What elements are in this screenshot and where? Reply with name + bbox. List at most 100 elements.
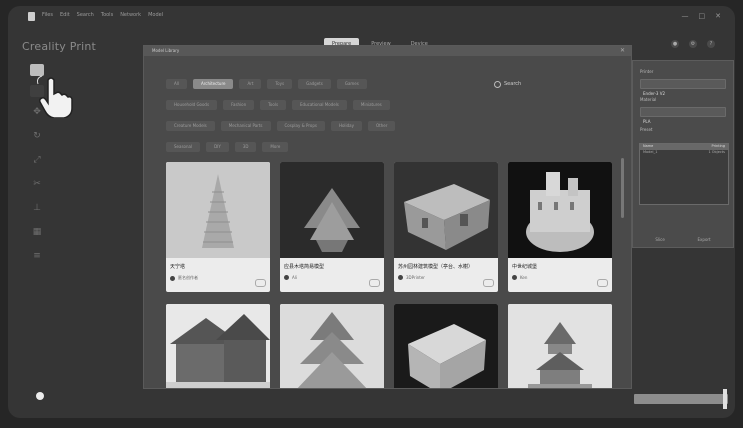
search-icon bbox=[494, 80, 501, 88]
user-icon[interactable]: ● bbox=[671, 40, 679, 48]
menu-item[interactable]: Files bbox=[42, 12, 53, 18]
category-row: Seasonal DIY 3D More bbox=[166, 142, 289, 152]
object-row[interactable]: Model_1 1 Objects bbox=[640, 150, 728, 156]
model-card[interactable] bbox=[394, 304, 498, 388]
model-thumbnail bbox=[508, 162, 612, 258]
model-card[interactable]: 天宁塔 匿名创作者 bbox=[166, 162, 270, 292]
download-button[interactable] bbox=[255, 279, 266, 287]
model-author: 3DPrinter bbox=[406, 275, 425, 280]
dialog-header: Model Library ✕ bbox=[144, 46, 631, 56]
model-title: 苏州园林建筑模型（亭台、水榭） bbox=[398, 264, 474, 270]
category-chip[interactable]: All bbox=[166, 79, 187, 89]
model-thumbnail bbox=[280, 304, 384, 388]
avatar bbox=[284, 275, 289, 280]
cut-icon[interactable]: ✂ bbox=[31, 178, 43, 190]
category-chip[interactable]: Holiday bbox=[330, 121, 362, 131]
object-name: Model_1 bbox=[643, 150, 658, 154]
menu-item[interactable]: Tools bbox=[101, 12, 113, 18]
app-title: Creality Print bbox=[22, 40, 97, 53]
download-button[interactable] bbox=[483, 279, 494, 287]
model-title: 应县木塔简易模型 bbox=[284, 264, 325, 270]
model-author: Ken bbox=[520, 275, 528, 280]
category-chip[interactable]: Miniatures bbox=[352, 100, 390, 110]
object-count: 1 Objects bbox=[708, 150, 725, 154]
app-logo-icon bbox=[28, 12, 35, 21]
category-chip[interactable]: Cosplay & Props bbox=[276, 121, 325, 131]
category-chip[interactable]: Educational Models bbox=[292, 100, 347, 110]
menu-item[interactable]: Network bbox=[120, 12, 141, 18]
category-chip-active[interactable]: Architecture bbox=[192, 79, 234, 89]
model-title: 天宁塔 bbox=[170, 264, 186, 270]
category-chip[interactable]: Creature Models bbox=[166, 121, 215, 131]
maximize-button[interactable]: □ bbox=[699, 12, 706, 20]
panel-label: Material bbox=[640, 97, 657, 102]
model-card[interactable]: 应县木塔简易模型 Ali bbox=[280, 162, 384, 292]
menu-item[interactable]: Search bbox=[77, 12, 94, 18]
category-chip[interactable]: More bbox=[262, 142, 289, 152]
printer-select[interactable]: Ender-3 V2 bbox=[640, 79, 726, 96]
settings-bottom-icon[interactable] bbox=[36, 392, 44, 400]
panel-label: Preset bbox=[640, 127, 653, 132]
model-library-dialog: Model Library ✕ Search All Architecture … bbox=[143, 45, 632, 389]
panel-label: Printer bbox=[640, 69, 654, 74]
settings-icon[interactable]: ⚙ bbox=[689, 40, 697, 48]
avatar bbox=[398, 275, 403, 280]
hand-cursor-icon bbox=[37, 75, 73, 118]
category-chip[interactable]: Other bbox=[368, 121, 396, 131]
column-name: Name bbox=[643, 144, 654, 148]
material-value: PLA bbox=[643, 119, 651, 124]
object-list: Name Printing Model_1 1 Objects bbox=[639, 143, 729, 205]
close-icon[interactable]: ✕ bbox=[620, 47, 625, 54]
menu-item[interactable]: Model bbox=[148, 12, 163, 18]
support-icon[interactable]: ⊥ bbox=[31, 202, 43, 214]
model-card[interactable]: 苏州园林建筑模型（亭台、水榭） 3DPrinter bbox=[394, 162, 498, 292]
category-chip[interactable]: 3D bbox=[234, 142, 257, 152]
close-window-button[interactable]: ✕ bbox=[715, 12, 721, 20]
printer-value: Ender-3 V2 bbox=[643, 91, 665, 96]
export-button[interactable]: Export bbox=[698, 237, 711, 243]
minimize-button[interactable]: — bbox=[682, 12, 689, 20]
model-card[interactable] bbox=[166, 304, 270, 388]
category-chip[interactable]: DIY bbox=[206, 142, 229, 152]
category-chip[interactable]: Household Goods bbox=[166, 100, 218, 110]
window-controls: — □ ✕ bbox=[682, 12, 722, 20]
arrange-icon[interactable]: ▦ bbox=[31, 226, 43, 238]
category-chip[interactable]: Toys bbox=[267, 79, 293, 89]
scale-icon[interactable]: ⤢ bbox=[31, 154, 43, 166]
category-chip[interactable]: Gadgets bbox=[298, 79, 331, 89]
grid-scrollbar[interactable] bbox=[621, 158, 624, 218]
model-card[interactable]: 中世纪城堡 Ken bbox=[508, 162, 612, 292]
model-thumbnail bbox=[166, 162, 270, 258]
rotate-icon[interactable]: ↻ bbox=[31, 130, 43, 142]
download-button[interactable] bbox=[369, 279, 380, 287]
avatar bbox=[512, 275, 517, 280]
slice-progress-bar[interactable] bbox=[634, 394, 728, 404]
model-thumbnail bbox=[166, 304, 270, 388]
avatar bbox=[170, 275, 175, 281]
top-right-actions: ● ⚙ ? bbox=[671, 40, 715, 48]
material-select[interactable]: PLA bbox=[640, 107, 726, 124]
menu-item[interactable]: Edit bbox=[60, 12, 70, 18]
edge-handle[interactable] bbox=[723, 389, 727, 409]
model-thumbnail bbox=[394, 304, 498, 388]
layer-icon[interactable]: ≡ bbox=[31, 250, 43, 262]
category-chip[interactable]: Art bbox=[239, 79, 262, 89]
category-chip[interactable]: Fashion bbox=[223, 100, 255, 110]
model-grid: 天宁塔 匿名创作者 应县木塔简易模型 Ali 苏州园林建筑模型（亭台、水榭） 3… bbox=[166, 158, 618, 388]
column-printing: Printing bbox=[711, 144, 725, 148]
model-thumbnail bbox=[280, 162, 384, 258]
category-chip[interactable]: Tools bbox=[260, 100, 287, 110]
model-card[interactable] bbox=[508, 304, 612, 388]
model-author: 匿名创作者 bbox=[178, 275, 198, 280]
category-chip[interactable]: Games bbox=[336, 79, 367, 89]
model-thumbnail bbox=[508, 304, 612, 388]
search-box[interactable]: Search bbox=[494, 79, 594, 89]
slice-button[interactable]: Slice bbox=[655, 237, 664, 243]
model-card[interactable] bbox=[280, 304, 384, 388]
search-input[interactable]: Search bbox=[504, 81, 521, 87]
model-thumbnail bbox=[394, 162, 498, 258]
help-icon[interactable]: ? bbox=[707, 40, 715, 48]
category-chip[interactable]: Seasonal bbox=[166, 142, 201, 152]
download-button[interactable] bbox=[597, 279, 608, 287]
category-chip[interactable]: Mechanical Parts bbox=[220, 121, 271, 131]
